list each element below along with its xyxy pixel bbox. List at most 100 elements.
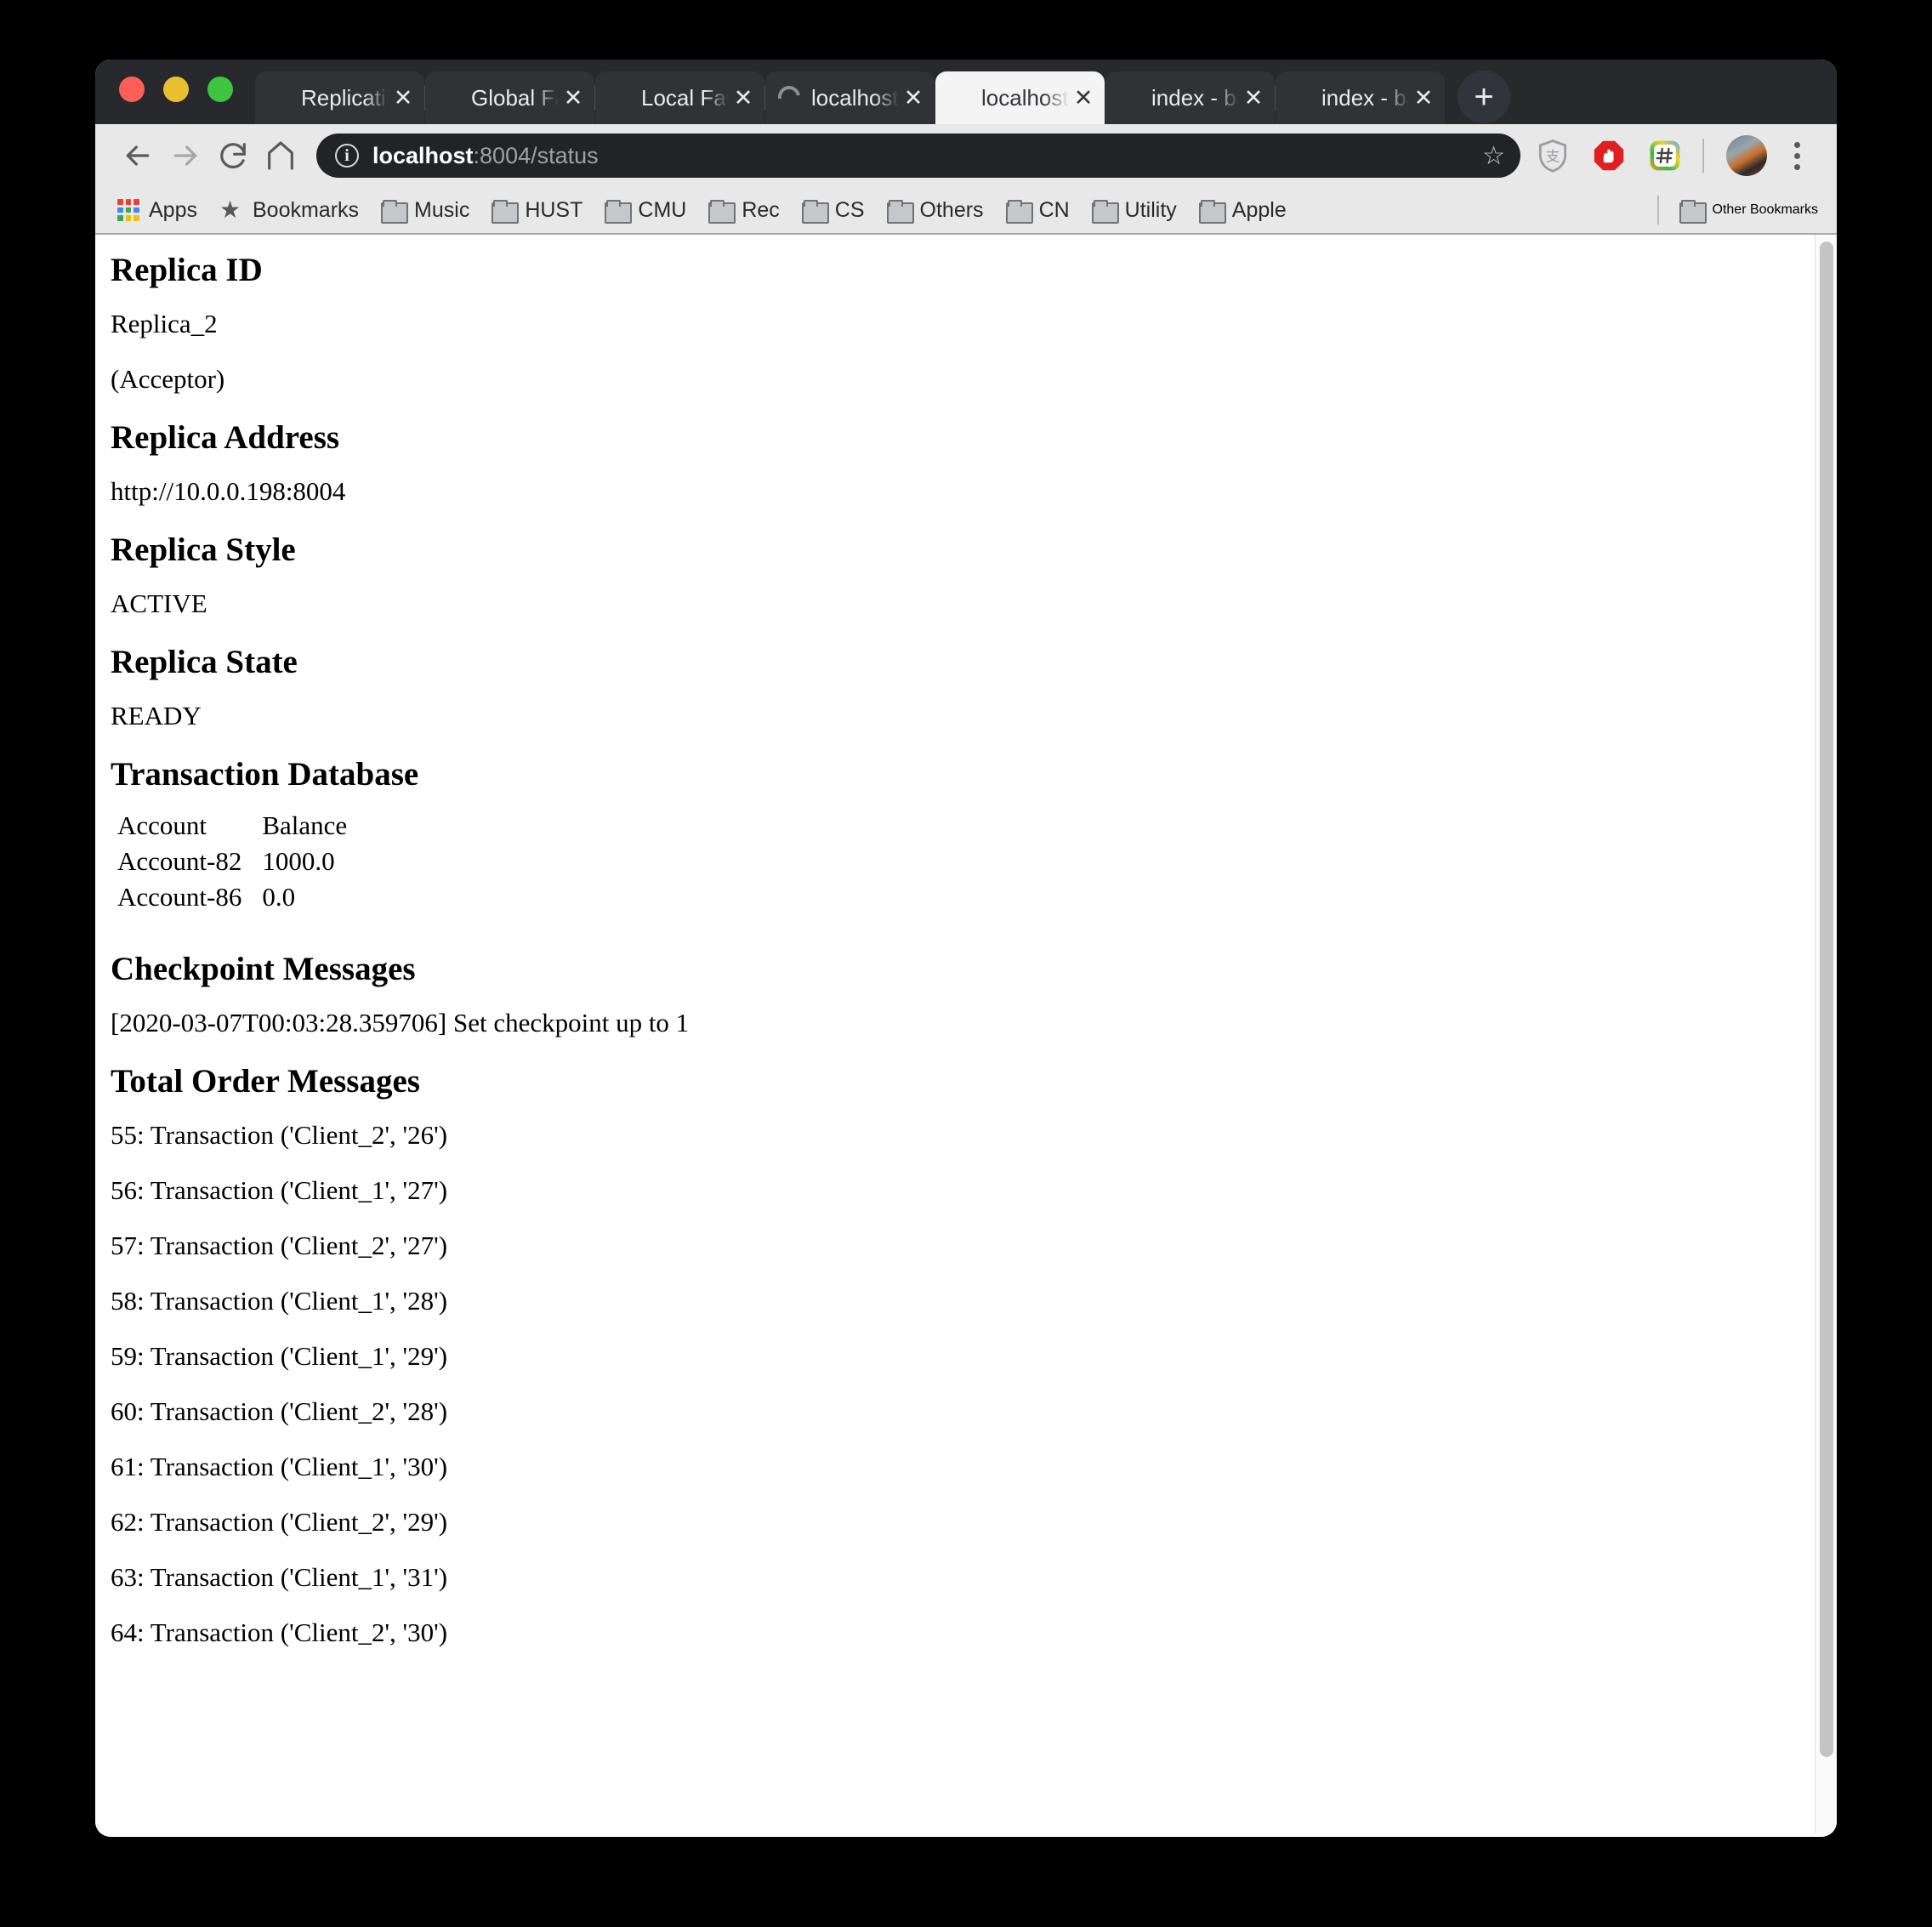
url-host: localhost — [372, 142, 474, 168]
bookmark-label: Others — [919, 197, 984, 222]
bookmark-folder-cn[interactable]: CN — [1005, 197, 1070, 224]
tab-title: Local Fault — [641, 85, 729, 111]
bookmark-label: CN — [1038, 197, 1070, 222]
bookmark-folder-utility[interactable]: Utility — [1091, 198, 1177, 224]
new-tab-button[interactable]: + — [1458, 71, 1510, 123]
tab-title: index - bank — [1321, 85, 1409, 111]
total-order-message: 60: Transaction ('Client_2', '28') — [111, 1396, 448, 1426]
heading-checkpoint-messages: Checkpoint Messages — [111, 950, 416, 987]
site-info-icon[interactable]: i — [335, 144, 359, 168]
bookmark-folder-music[interactable]: Music — [381, 198, 469, 224]
minimize-window-button[interactable] — [163, 77, 189, 102]
bookmarks-divider — [1656, 196, 1659, 225]
loading-spinner-icon — [773, 81, 805, 113]
close-icon[interactable]: ✕ — [899, 85, 928, 111]
bookmark-folder-others[interactable]: Others — [886, 197, 984, 224]
total-order-message: 63: Transaction ('Client_1', '31') — [111, 1561, 448, 1592]
checkpoint-message: [2020-03-07T00:03:28.359706] Set checkpo… — [111, 1007, 690, 1037]
tab-local-fault[interactable]: Local Fault ✕ — [595, 71, 765, 124]
bookmark-folder-apple[interactable]: Apple — [1198, 197, 1287, 224]
total-order-message: 64: Transaction ('Client_2', '30') — [111, 1617, 448, 1647]
heading-replica-state: Replica State — [111, 644, 298, 680]
total-order-message: 57: Transaction ('Client_2', '27') — [111, 1230, 448, 1260]
replica-address-value: http://10.0.0.198:8004 — [111, 476, 346, 506]
page-viewport: Replica ID Replica_2 (Acceptor) Replica … — [95, 235, 1837, 1833]
globe-icon — [267, 86, 291, 110]
folder-icon — [492, 200, 520, 224]
total-order-message: 59: Transaction ('Client_1', '29') — [111, 1340, 448, 1371]
cell-account: Account-82 — [117, 845, 242, 876]
svg-text:支: 支 — [1546, 149, 1560, 165]
heading-replica-style: Replica Style — [111, 531, 296, 568]
url-text: localhost:8004/status — [372, 143, 1471, 169]
total-order-message: 55: Transaction ('Client_2', '26') — [111, 1119, 448, 1150]
bookmark-folder-cmu[interactable]: CMU — [605, 198, 686, 224]
bookmark-folder-hust[interactable]: HUST — [492, 198, 582, 224]
close-icon[interactable]: ✕ — [1409, 85, 1438, 111]
address-bar[interactable]: i localhost:8004/status ☆ — [316, 134, 1520, 178]
reload-icon[interactable] — [209, 132, 257, 179]
tab-global-fault[interactable]: Global Fault ✕ — [425, 71, 595, 124]
tab-replication[interactable]: Replication ✕ — [255, 71, 425, 124]
close-icon[interactable]: ✕ — [389, 85, 418, 111]
chrome-menu-icon[interactable] — [1776, 141, 1818, 170]
bookmark-folder-cs[interactable]: CS — [801, 198, 865, 224]
profile-avatar[interactable] — [1726, 135, 1767, 176]
table-header-row: Account Balance — [111, 808, 361, 844]
close-icon[interactable]: ✕ — [1069, 85, 1098, 111]
tab-localhost-loading[interactable]: localhost:8 ✕ — [765, 71, 935, 124]
other-bookmarks[interactable]: Other Bookmarks — [1656, 196, 1818, 225]
replica-role-value: (Acceptor) — [111, 364, 225, 394]
globe-icon — [1287, 86, 1311, 110]
close-window-button[interactable] — [119, 77, 145, 102]
heading-total-order-messages: Total Order Messages — [111, 1062, 420, 1100]
folder-icon — [1005, 200, 1033, 224]
forward-arrow-icon[interactable] — [162, 132, 209, 179]
heading-replica-address: Replica Address — [111, 419, 340, 456]
folder-icon — [381, 200, 409, 224]
folder-icon — [886, 200, 914, 224]
close-icon[interactable]: ✕ — [729, 85, 758, 111]
adblock-icon[interactable] — [1585, 132, 1633, 179]
folder-icon — [1198, 200, 1226, 224]
tab-index-bank-1[interactable]: index - bank ✕ — [1105, 71, 1276, 124]
tab-title: Replication — [301, 85, 389, 111]
bookmark-bookmarks[interactable]: ★ Bookmarks — [219, 198, 359, 223]
heading-transaction-database: Transaction Database — [111, 756, 419, 793]
folder-icon — [1679, 200, 1707, 224]
globe-icon — [1117, 86, 1141, 110]
tab-title: index - bank — [1151, 85, 1239, 111]
table-row: Account-86 0.0 — [111, 879, 361, 915]
home-icon[interactable] — [257, 132, 304, 179]
cell-balance: 0.0 — [262, 881, 296, 912]
bookmark-star-icon[interactable]: ☆ — [1471, 141, 1505, 171]
status-page: Replica ID Replica_2 (Acceptor) Replica … — [95, 235, 1815, 1674]
cell-account: Account-86 — [117, 881, 242, 912]
tab-index-bank-2[interactable]: index - bank ✕ — [1276, 71, 1445, 124]
bookmarks-bar: Apps ★ Bookmarks Music HUST CMU Rec CS O… — [95, 187, 1837, 235]
bookmark-label: Apple — [1231, 197, 1287, 222]
bookmark-apps[interactable]: Apps — [117, 198, 197, 223]
globe-icon — [947, 86, 971, 110]
back-arrow-icon[interactable] — [114, 132, 162, 179]
folder-icon — [708, 200, 736, 224]
url-path: :8004/status — [473, 142, 599, 168]
folder-icon — [1091, 200, 1119, 224]
maximize-window-button[interactable] — [207, 77, 233, 102]
scrollbar-thumb[interactable] — [1820, 242, 1833, 1757]
heading-replica-id: Replica ID — [111, 252, 263, 288]
tab-title: Global Fault — [471, 85, 559, 111]
replica-state-value: READY — [111, 701, 202, 730]
hash-square-icon[interactable] — [1641, 132, 1689, 179]
page-scrollbar[interactable] — [1815, 235, 1837, 1833]
total-order-message: 62: Transaction ('Client_2', '29') — [111, 1506, 448, 1537]
tab-localhost-status[interactable]: localhost:8 ✕ — [935, 71, 1105, 124]
bookmark-folder-rec[interactable]: Rec — [708, 198, 780, 224]
total-order-message: 58: Transaction ('Client_1', '28') — [111, 1285, 448, 1316]
alipay-shield-icon[interactable]: 支 — [1529, 132, 1577, 179]
close-icon[interactable]: ✕ — [559, 85, 588, 111]
tab-title: localhost:8 — [981, 85, 1069, 111]
total-order-message: 61: Transaction ('Client_1', '30') — [111, 1451, 448, 1481]
folder-icon — [801, 200, 829, 224]
close-icon[interactable]: ✕ — [1239, 85, 1268, 111]
